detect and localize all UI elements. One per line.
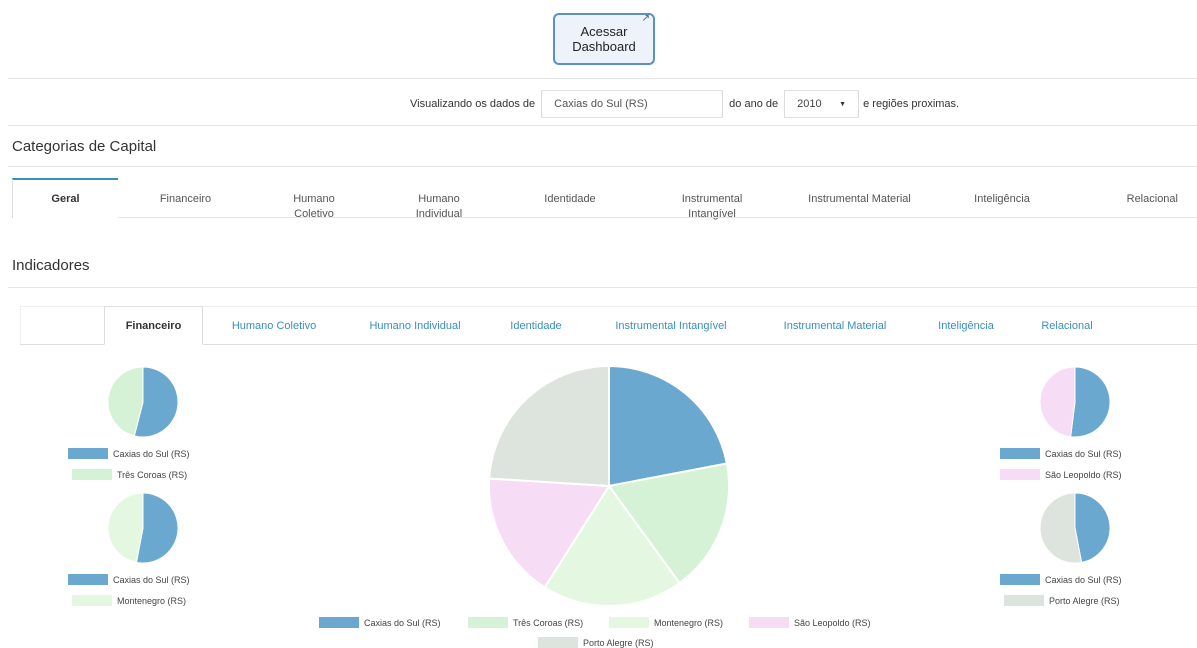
legend-item: Três Coroas (RS): [468, 617, 583, 628]
legend-swatch: [68, 448, 108, 459]
pie-slice[interactable]: [107, 492, 144, 563]
legend-swatch: [1004, 595, 1044, 606]
pie-slice[interactable]: [1070, 366, 1111, 438]
legend-swatch: [72, 469, 112, 480]
pie-charts-area: [107, 364, 1111, 607]
pie-slice[interactable]: [1074, 492, 1111, 563]
legend-item: Caxias do Sul (RS): [1000, 574, 1122, 585]
legend-item: Caxias do Sul (RS): [319, 617, 441, 628]
legend-item: São Leopoldo (RS): [749, 617, 871, 628]
legend-item: Três Coroas (RS): [72, 469, 187, 480]
pie-chart: [107, 366, 179, 438]
legend-swatch: [1000, 469, 1040, 480]
legend-item: Montenegro (RS): [609, 617, 723, 628]
pie-slice[interactable]: [488, 364, 610, 488]
pie-chart: [1039, 492, 1111, 564]
legend-label: Montenegro (RS): [117, 595, 187, 606]
legend-swatch: [1000, 574, 1040, 585]
legend-label: Caxias do Sul (RS): [113, 448, 190, 459]
legend-swatch: [749, 617, 789, 628]
legend-swatch: [609, 617, 649, 628]
legend-label: Porto Alegre (RS): [1049, 595, 1120, 606]
legend-item: São Leopoldo (RS): [1000, 469, 1122, 480]
legend-label: Três Coroas (RS): [513, 617, 584, 628]
legend-label: Montenegro (RS): [654, 617, 724, 628]
legend-label: Três Coroas (RS): [117, 469, 188, 480]
pie-chart: [1039, 366, 1111, 438]
legend-swatch: [72, 595, 112, 606]
legend-swatch: [1000, 448, 1040, 459]
pie-chart: [107, 492, 179, 564]
legend-label: Caxias do Sul (RS): [113, 574, 190, 585]
legend-label: Caxias do Sul (RS): [1045, 448, 1122, 459]
legend-swatch: [468, 617, 508, 628]
legend-swatch: [538, 637, 578, 648]
legend-label: Caxias do Sul (RS): [1045, 574, 1122, 585]
legend-item: Caxias do Sul (RS): [68, 574, 190, 585]
legend-swatch: [68, 574, 108, 585]
legend-label: São Leopoldo (RS): [794, 617, 871, 628]
legend-label: Caxias do Sul (RS): [364, 617, 441, 628]
legend-swatch: [319, 617, 359, 628]
pie-slice[interactable]: [1039, 366, 1076, 438]
legend-label: Porto Alegre (RS): [583, 637, 654, 648]
legend-item: Porto Alegre (RS): [1004, 595, 1120, 606]
pie-chart: [488, 364, 730, 607]
legend-item: Porto Alegre (RS): [538, 637, 654, 648]
legend-label: São Leopoldo (RS): [1045, 469, 1122, 480]
legend-item: Montenegro (RS): [72, 595, 186, 606]
legend-item: Caxias do Sul (RS): [1000, 448, 1122, 459]
legend-item: Caxias do Sul (RS): [68, 448, 190, 459]
pie-slice[interactable]: [1039, 492, 1083, 564]
